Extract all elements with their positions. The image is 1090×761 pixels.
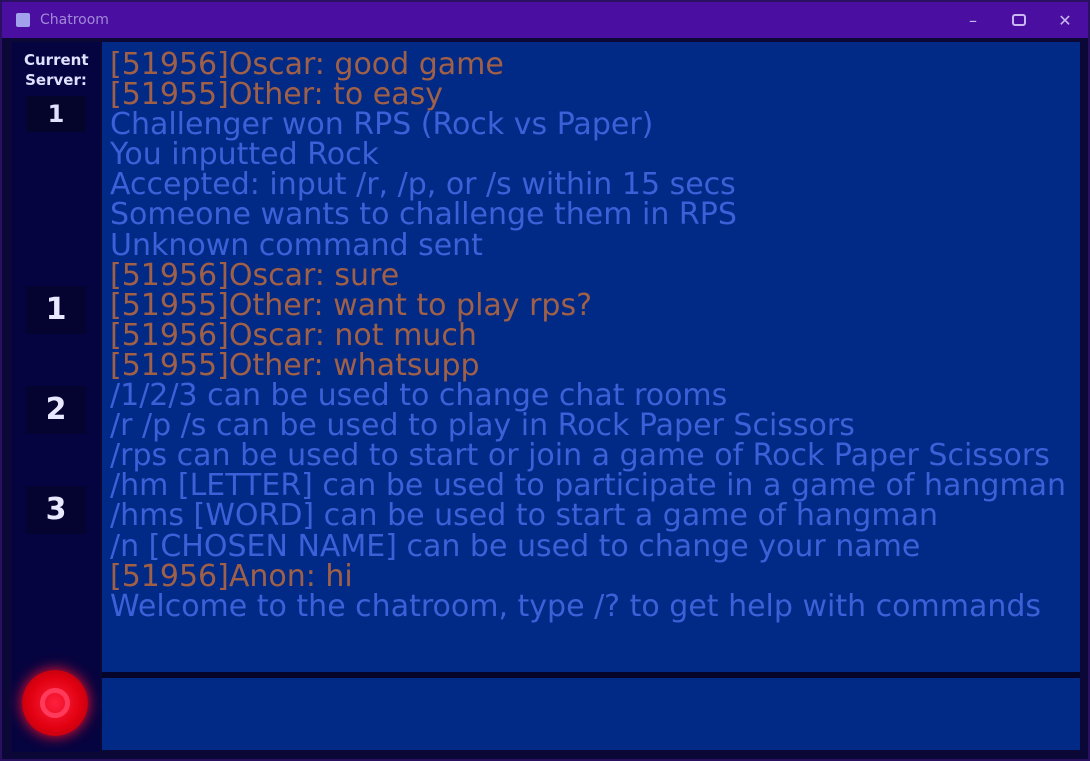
current-server-label: Current Server: [24,51,89,89]
chat-message: [51956]Oscar: not much [110,317,477,353]
system-message: /hms [WORD] can be used to start a game … [110,498,938,534]
system-message: Someone wants to challenge them in RPS [110,197,737,233]
system-message: Welcome to the chatroom, type /? to get … [110,588,1042,624]
system-message: You inputted Rock [110,137,379,173]
system-message: /hm [LETTER] can be used to participate … [110,468,1067,504]
room-1-button[interactable]: 1 [26,286,86,334]
chat-message: [51955]Other: want to play rps? [110,287,593,323]
system-message: /1/2/3 can be used to change chat rooms [110,378,728,414]
chat-message: [51956]Anon: hi [110,558,353,594]
app-icon [16,13,30,27]
window-title: Chatroom [40,12,109,28]
close-button[interactable]: ✕ [1042,2,1088,38]
system-message: Accepted: input /r, /p, or /s within 15 … [110,167,736,203]
minimize-icon: – [969,10,977,30]
room-2-button[interactable]: 2 [26,386,86,434]
close-icon: ✕ [1058,10,1072,30]
disconnect-button[interactable] [22,670,88,736]
power-icon [40,688,70,718]
system-message: /rps can be used to start or join a game… [110,438,1050,474]
chat-log[interactable]: [51956]Oscar: good game [51955]Other: to … [102,42,1080,672]
room-3-button[interactable]: 3 [26,486,86,534]
maximize-button[interactable] [996,2,1042,38]
maximize-icon [1012,14,1026,26]
minimize-button[interactable]: – [950,2,996,38]
system-message: /n [CHOSEN NAME] can be used to change y… [110,528,921,564]
chat-message: [51955]Other: whatsupp [110,347,480,383]
chat-message: [51956]Oscar: sure [110,257,400,293]
system-message: /r /p /s can be used to play in Rock Pap… [110,408,855,444]
system-message: Challenger won RPS (Rock vs Paper) [110,107,654,143]
system-message: Unknown command sent [110,227,483,263]
chat-message-list: [51956]Oscar: good game [51955]Other: to … [110,47,1070,624]
title-bar[interactable]: Chatroom – ✕ [2,2,1088,38]
chat-message: [51956]Oscar: good game [110,47,504,82]
server-sidebar: Current Server: 1 1 2 3 [12,42,100,752]
chat-message: [51955]Other: to easy [110,77,444,113]
message-input[interactable] [102,678,1080,750]
chat-window: Chatroom – ✕ Current Server: 1 1 2 3 [51… [0,0,1090,761]
current-server-value: 1 [26,96,86,132]
